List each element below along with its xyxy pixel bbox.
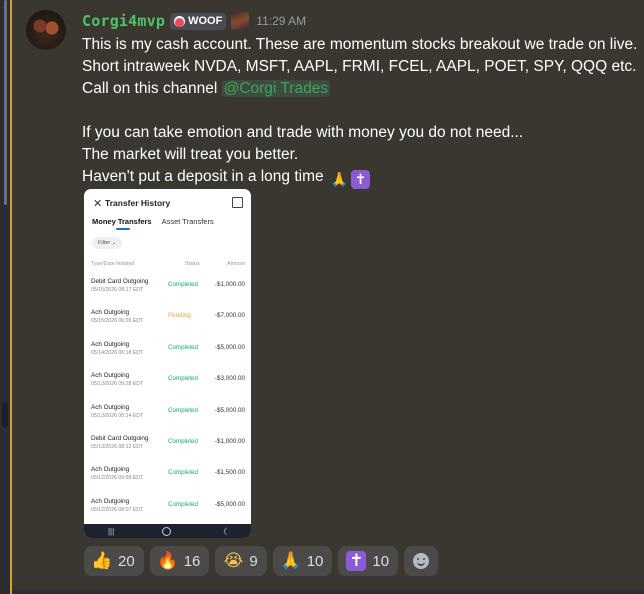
reaction-count: 10: [372, 552, 390, 570]
message-line: This is my cash account. These are momen…: [82, 36, 638, 53]
reaction-count: 10: [306, 552, 324, 570]
transfer-row: Ach Outgoing 05/13/2026 09:28 EDT Complete…: [84, 372, 251, 402]
scrollbar-thumb[interactable]: [4, 0, 7, 205]
transfer-status: Pending: [168, 312, 191, 320]
latin-cross-icon: ✝: [346, 551, 367, 571]
channel-mention[interactable]: @Corgi Trades: [221, 80, 331, 97]
fire-icon: 🔥: [157, 551, 179, 570]
transfer-type: Ach Outgoing: [91, 403, 130, 411]
transfer-date: 05/12/2026 08:07 EDT: [91, 506, 144, 513]
transfer-status: Completed: [168, 500, 198, 508]
transfer-row: Ach Outgoing 05/14/2026 06:18 EDT Complete…: [84, 341, 251, 371]
profile-badge-icon[interactable]: [231, 12, 250, 30]
message-header: Corgi4mvp WOOF 11:29 AM: [82, 11, 306, 31]
book-icon: [232, 197, 243, 208]
transfer-history-title: Transfer History: [105, 198, 171, 208]
transfer-amount: -$3,000.00: [214, 375, 245, 383]
transfer-status: Completed: [168, 343, 198, 351]
transfer-date: 05/15/2026 06:03 EDT: [91, 318, 144, 325]
transfer-type: Ach Outgoing: [91, 309, 130, 317]
phone-tabs: Money Transfers Asset Transfers: [92, 217, 214, 230]
transfer-row: Ach Outgoing 05/12/2026 09:58 EDT Complete…: [84, 466, 251, 496]
tab-money-transfers: Money Transfers: [92, 217, 152, 230]
transfer-row: Ach Outgoing 05/13/2026 06:14 EDT Complete…: [84, 404, 251, 434]
transfer-row: Debit Card Outgoing 05/13/2026 08:12 EDT C…: [84, 435, 251, 465]
transfer-type: Ach Outgoing: [91, 372, 130, 380]
phone-nav-bar: ||| 〈: [84, 524, 251, 538]
recent-apps-icon: |||: [107, 526, 115, 536]
transfer-amount: -$5,000.00: [214, 500, 245, 508]
left-rail: [0, 0, 10, 594]
transfer-amount: -$1,000.00: [214, 438, 245, 445]
transfer-status: Completed: [168, 281, 198, 288]
transfer-type: Ach Outgoing: [91, 340, 130, 348]
reaction-pray[interactable]: 🙏 10: [272, 546, 333, 576]
attachment-image[interactable]: ✕ Transfer History Money Transfers Asset…: [84, 189, 251, 538]
back-icon: 〈: [219, 526, 228, 536]
phone-header: ✕ Transfer History: [84, 195, 251, 211]
transfer-amount: -$7,000.00: [214, 312, 245, 320]
transfer-date: 05/13/2026 09:28 EDT: [91, 381, 144, 388]
transfer-status: Completed: [168, 438, 198, 445]
message-line: Short intraweek NVDA, MSFT, AAPL, FRMI, …: [82, 58, 637, 75]
close-icon: ✕: [93, 197, 103, 210]
home-icon: [162, 526, 172, 536]
message-line: If you can take emotion and trade with m…: [82, 124, 524, 141]
message-line: The market will treat you better.: [82, 146, 299, 163]
transfer-amount: -$5,000.00: [214, 406, 245, 414]
transfer-row: Debit Card Outgoing 05/15/2026 08:17 EDT C…: [84, 278, 251, 308]
transfer-amount: -$5,000.00: [214, 343, 245, 351]
message-line: Haven't put a deposit in a long time 🙏 ✝: [82, 166, 644, 189]
transfer-date: 05/13/2026 06:14 EDT: [91, 412, 144, 419]
add-reaction-button[interactable]: [404, 546, 439, 576]
message-line-text: Haven't put a deposit in a long time: [82, 168, 324, 185]
transfer-row: Ach Outgoing 05/15/2026 06:03 EDT Pending -…: [84, 309, 251, 339]
smile-icon: [413, 553, 430, 569]
thumbs-up-icon: 👍: [91, 551, 113, 570]
folded-hands-icon: 🙏: [280, 551, 302, 570]
reactions-bar: 👍 20 🔥 16 😭 9 🙏 10 ✝ 10: [84, 546, 439, 576]
column-header-status: Status: [185, 261, 200, 267]
transfer-amount: -$1,500.00: [214, 469, 245, 477]
latin-cross-icon[interactable]: ✝: [350, 170, 370, 189]
message-line: Call on this channel @Corgi Trades: [82, 78, 644, 100]
role-icon: [174, 15, 186, 27]
reaction-crying[interactable]: 😭 9: [215, 546, 267, 576]
reaction-thumbs-up[interactable]: 👍 20: [84, 546, 144, 576]
scroll-handle[interactable]: [2, 402, 8, 428]
bottom-divider: [12, 590, 644, 594]
column-header-type: Type/Date Initiated: [91, 261, 135, 267]
tab-asset-transfers: Asset Transfers: [161, 217, 214, 226]
transfer-status: Completed: [168, 469, 198, 477]
transfer-type: Ach Outgoing: [91, 466, 130, 474]
avatar[interactable]: [26, 10, 66, 50]
transfer-status: Completed: [168, 406, 198, 414]
timestamp[interactable]: 11:29 AM: [256, 14, 306, 28]
transfer-date: 05/12/2026 09:58 EDT: [91, 475, 144, 482]
transfer-type: Debit Card Outgoing: [91, 278, 149, 285]
message-line-text: Call on this channel: [82, 80, 218, 97]
reaction-count: 20: [118, 552, 135, 570]
folded-hands-icon[interactable]: 🙏: [330, 170, 349, 189]
transfer-type: Ach Outgoing: [91, 497, 130, 505]
transfer-amount: -$1,000.00: [214, 281, 245, 288]
transfer-status: Completed: [168, 375, 198, 383]
username[interactable]: Corgi4mvp: [82, 12, 165, 30]
transfer-date: 05/13/2026 08:12 EDT: [91, 444, 144, 450]
reaction-fire[interactable]: 🔥 16: [149, 546, 210, 576]
reaction-cross[interactable]: ✝ 10: [338, 546, 399, 576]
role-tag-label: WOOF: [188, 15, 223, 27]
message-content: This is my cash account. These are momen…: [82, 34, 644, 189]
role-tag[interactable]: WOOF: [170, 12, 227, 30]
reaction-count: 9: [249, 552, 258, 570]
filter-chip: Filter ⌄: [92, 237, 123, 249]
reaction-count: 16: [183, 552, 201, 570]
crying-face-icon: 😭: [223, 551, 244, 570]
transfer-type: Debit Card Outgoing: [91, 435, 149, 442]
transfer-date: 05/15/2026 08:17 EDT: [91, 287, 144, 293]
transfer-date: 05/14/2026 06:18 EDT: [91, 349, 144, 356]
column-header-amount: Amount: [227, 261, 245, 267]
